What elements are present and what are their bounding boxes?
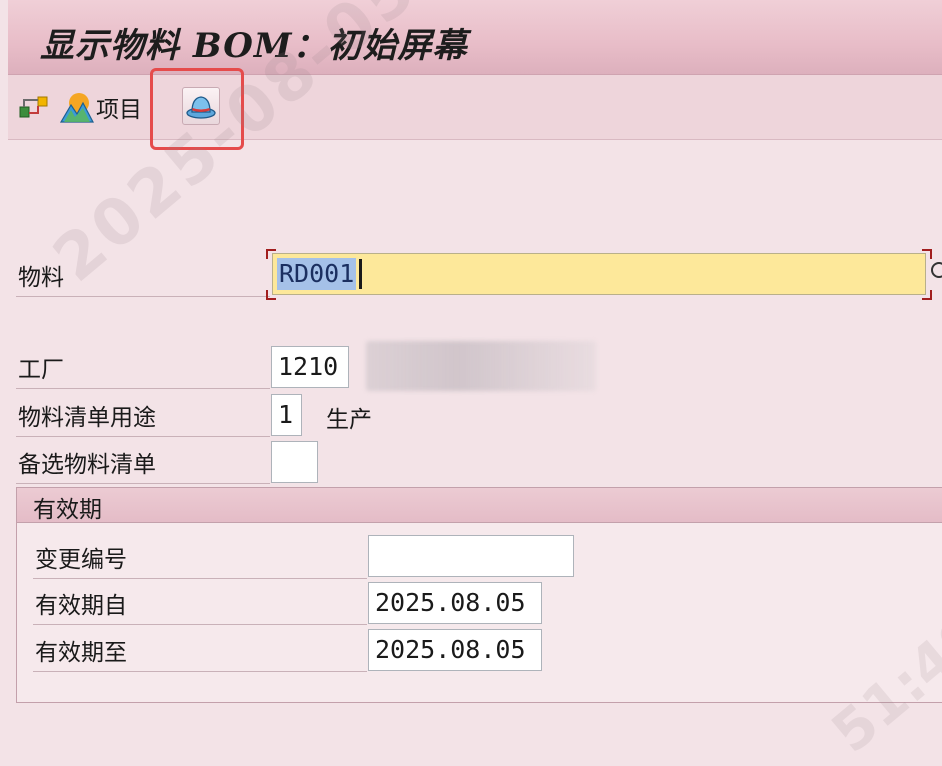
valid-from-label: 有效期自 (35, 593, 127, 619)
highlight-annotation (150, 68, 244, 150)
mountain-sun-icon (60, 93, 94, 123)
change-number-label: 变更编号 (35, 547, 127, 573)
change-number-row: 变更编号 (33, 532, 367, 579)
material-row: 物料 (16, 250, 270, 297)
validity-group-header: 有效期 (17, 488, 942, 523)
page-title: 显示物料 BOM：初始屏幕 (40, 26, 468, 66)
material-value: RD001 (277, 258, 357, 290)
alt-bom-row: 备选物料清单 (16, 437, 270, 484)
bom-usage-label: 物料清单用途 (18, 405, 156, 431)
material-input[interactable]: RD001 (272, 253, 926, 295)
plant-input[interactable]: 1210 (271, 346, 349, 388)
valid-from-input[interactable]: 2025.08.05 (368, 582, 542, 624)
valid-to-input[interactable]: 2025.08.05 (368, 629, 542, 671)
text-cursor (359, 259, 362, 289)
title-bar: 显示物料 BOM：初始屏幕 (8, 0, 942, 75)
other-objects-button[interactable] (18, 91, 50, 123)
validity-group-title: 有效期 (33, 497, 102, 523)
other-objects-icon (19, 96, 48, 118)
items-button[interactable]: 项目 (60, 89, 142, 125)
items-label: 项目 (96, 97, 142, 123)
bom-usage-row: 物料清单用途 (16, 390, 270, 437)
alt-bom-input[interactable] (271, 441, 318, 483)
valid-to-row: 有效期至 (33, 625, 367, 672)
change-number-input[interactable] (368, 535, 574, 577)
application-toolbar: 项目 (8, 75, 942, 140)
validity-group: 有效期 变更编号 有效期自 2025.08.05 有效期至 2025.08.05 (16, 487, 942, 703)
plant-label: 工厂 (18, 357, 64, 383)
plant-row: 工厂 (16, 342, 270, 389)
valid-to-label: 有效期至 (35, 640, 127, 666)
search-help-icon[interactable] (929, 260, 942, 280)
material-label: 物料 (18, 265, 64, 291)
alt-bom-label: 备选物料清单 (18, 452, 156, 478)
valid-from-row: 有效期自 (33, 578, 367, 625)
plant-description-blurred (366, 341, 596, 391)
bom-usage-description: 生产 (326, 407, 372, 433)
bom-usage-input[interactable]: 1 (271, 394, 302, 436)
